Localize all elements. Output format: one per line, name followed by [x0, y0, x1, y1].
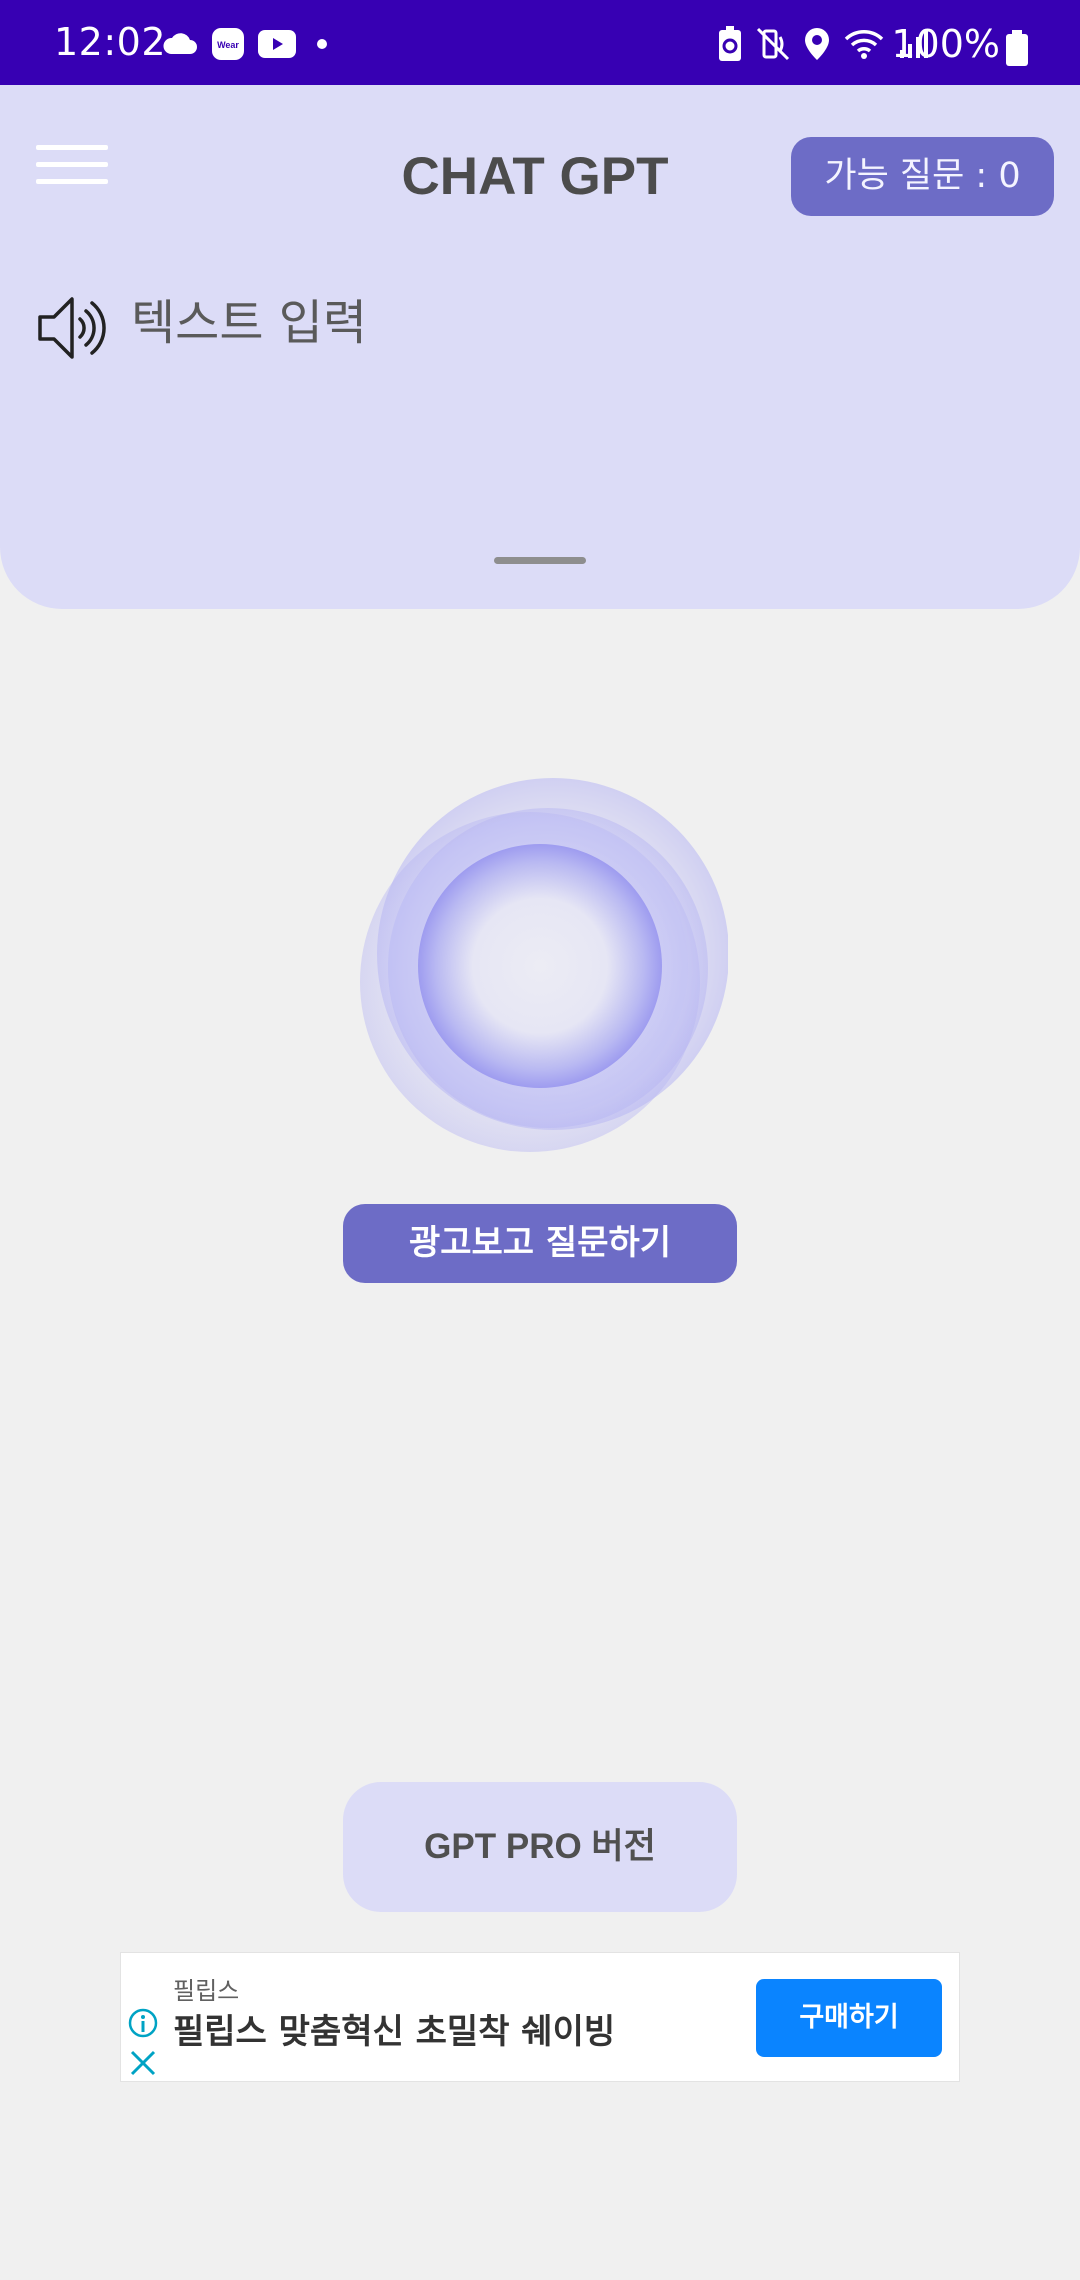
voice-orb[interactable] [358, 772, 728, 1172]
battery-icon [1006, 30, 1028, 66]
ad-buy-button[interactable]: 구매하기 [756, 1979, 942, 2057]
youtube-icon [258, 30, 296, 58]
ad-advertiser: 필립스 [173, 1977, 240, 2005]
wear-icon-label: Wear [217, 40, 239, 50]
drag-handle[interactable] [494, 557, 586, 564]
battery-percent: 100% [891, 22, 1000, 66]
wear-icon: Wear [212, 28, 244, 60]
wifi-icon [844, 30, 884, 59]
mute-icon [756, 27, 790, 61]
watch-ad-ask-button[interactable]: 광고보고 질문하기 [343, 1204, 737, 1283]
info-icon[interactable] [127, 2007, 159, 2039]
cloud-icon [163, 33, 197, 54]
question-quota-badge[interactable]: 가능 질문 : 0 [791, 137, 1054, 216]
text-input-label[interactable]: 텍스트 입력 [131, 295, 367, 351]
gpt-pro-button[interactable]: GPT PRO 버전 [343, 1782, 737, 1912]
ad-headline[interactable]: 필립스 맞춤혁신 초밀착 쉐이빙 [173, 2011, 615, 2053]
dot-icon [317, 39, 327, 49]
status-bar: 12:02 Wear 100% [0, 0, 1080, 85]
status-left-icons: Wear [162, 28, 334, 60]
ad-banner[interactable]: 필립스 필립스 맞춤혁신 초밀착 쉐이빙 구매하기 [120, 1952, 960, 2082]
speaker-icon[interactable] [36, 293, 108, 363]
status-time: 12:02 [54, 20, 167, 64]
close-icon[interactable] [129, 2049, 157, 2077]
top-panel: CHAT GPT 가능 질문 : 0 텍스트 입력 [0, 85, 1080, 609]
location-icon [805, 28, 829, 60]
battery-saver-icon [719, 26, 741, 61]
